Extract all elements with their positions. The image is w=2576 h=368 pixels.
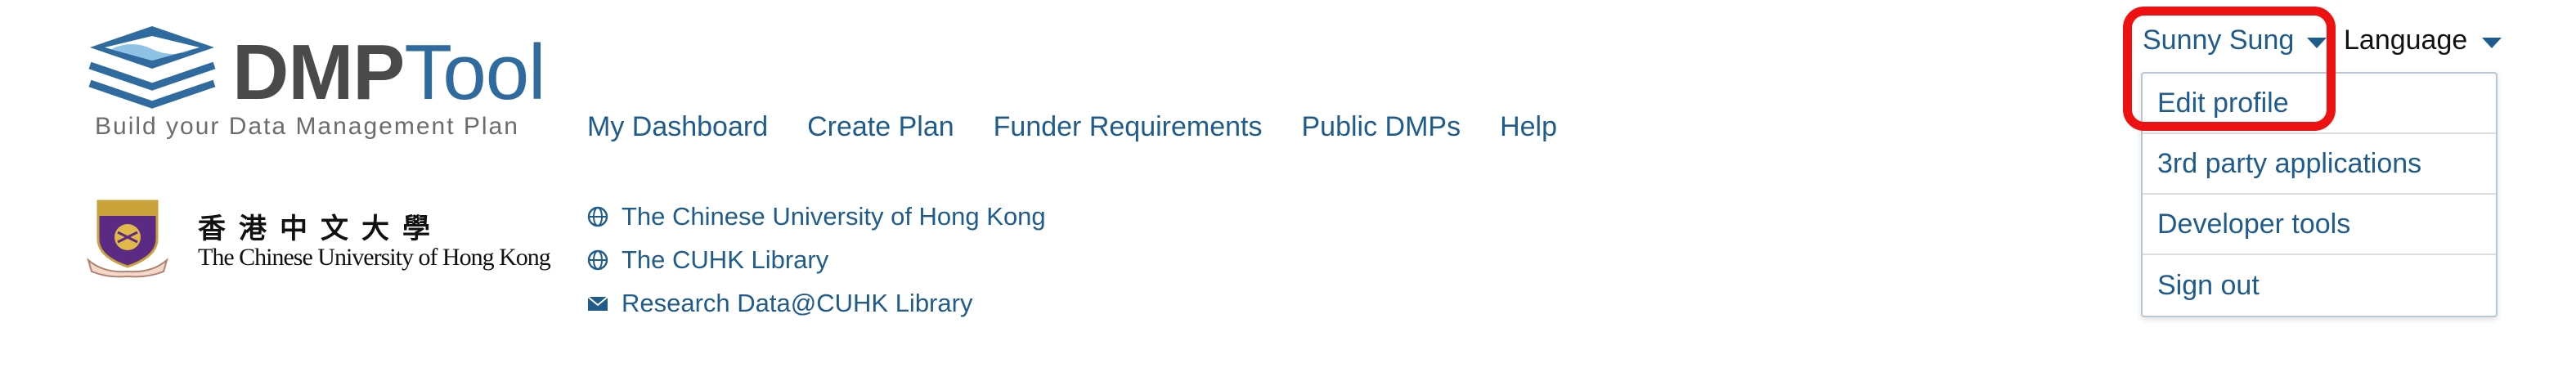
institution-name-chinese: 香港中文大學 — [198, 213, 443, 245]
link-label: Research Data@CUHK Library — [622, 288, 973, 317]
globe-icon — [587, 206, 608, 227]
globe-icon — [587, 249, 608, 270]
menu-item-third-party-apps[interactable]: 3rd party applications — [2143, 134, 2496, 195]
caret-down-icon — [2482, 37, 2502, 48]
link-cuhk-library[interactable]: The CUHK Library — [587, 238, 1046, 281]
wordmark-light: Tool — [404, 29, 545, 116]
cuhk-crest-icon — [87, 200, 168, 278]
menu-item-developer-tools[interactable]: Developer tools — [2143, 195, 2496, 255]
caret-down-icon — [2307, 37, 2327, 48]
menu-item-edit-profile[interactable]: Edit profile — [2143, 74, 2496, 134]
link-label: The Chinese University of Hong Kong — [622, 201, 1046, 231]
nav-create-plan[interactable]: Create Plan — [807, 106, 954, 147]
institution-links: The Chinese University of Hong Kong The … — [587, 195, 1046, 325]
institution-logo[interactable]: 香港中文大學 The Chinese University of Hong Ko… — [87, 196, 551, 286]
language-menu-toggle[interactable]: Language — [2344, 20, 2502, 61]
envelope-icon — [587, 295, 608, 311]
link-research-data-email[interactable]: Research Data@CUHK Library — [587, 281, 1046, 325]
user-name: Sunny Sung — [2143, 25, 2295, 56]
language-label: Language — [2344, 25, 2468, 56]
user-dropdown-menu: Edit profile 3rd party applications Deve… — [2141, 72, 2497, 317]
link-cuhk-homepage[interactable]: The Chinese University of Hong Kong — [587, 195, 1046, 238]
nav-my-dashboard[interactable]: My Dashboard — [587, 106, 768, 147]
nav-public-dmps[interactable]: Public DMPs — [1301, 106, 1461, 147]
dmptool-wordmark: DMPTool — [232, 28, 545, 118]
user-menu-toggle[interactable]: Sunny Sung — [2143, 20, 2327, 61]
nav-funder-requirements[interactable]: Funder Requirements — [994, 106, 1263, 147]
dmptool-logo-mark-icon — [88, 26, 216, 109]
wordmark-bold: DMP — [232, 29, 405, 116]
logo-tagline: Build your Data Management Plan — [95, 113, 519, 140]
institution-name-english: The Chinese University of Hong Kong — [198, 244, 551, 271]
nav-help[interactable]: Help — [1500, 106, 1557, 147]
main-nav: My Dashboard Create Plan Funder Requirem… — [587, 106, 1557, 147]
link-label: The CUHK Library — [622, 245, 829, 274]
page: DMPTool Build your Data Management Plan … — [0, 0, 2576, 368]
menu-item-sign-out[interactable]: Sign out — [2143, 255, 2496, 316]
dmptool-logo[interactable]: DMPTool Build your Data Management Plan — [87, 25, 545, 147]
